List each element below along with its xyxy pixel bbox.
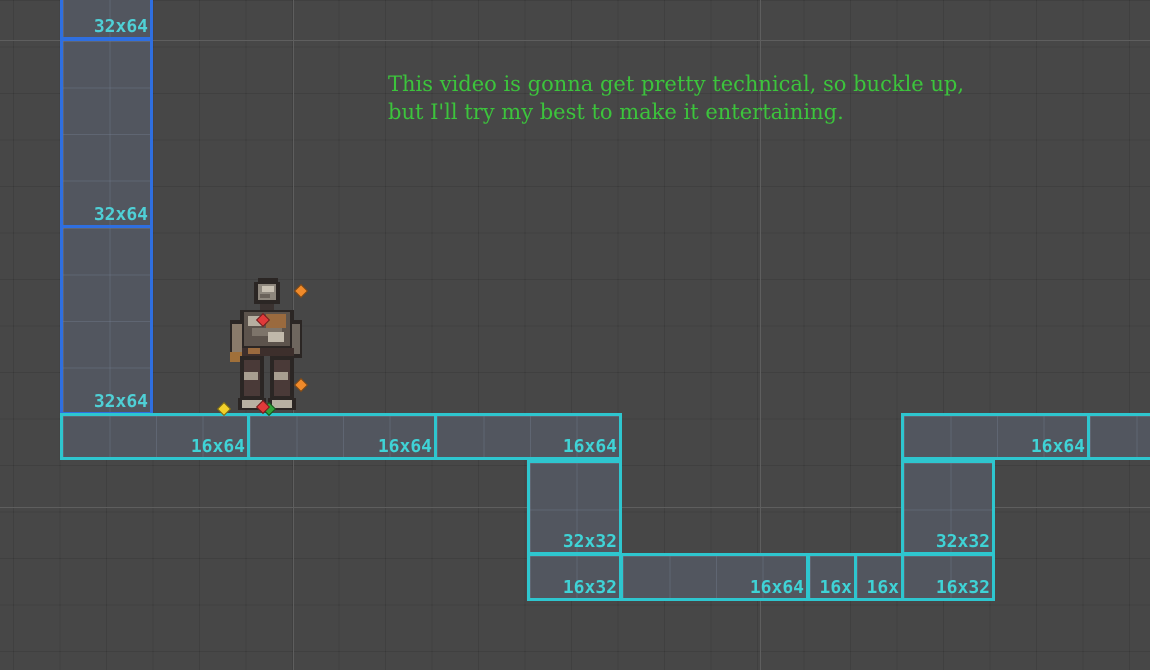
ground-tile[interactable] bbox=[1087, 413, 1150, 460]
wall-tile[interactable]: 32x64 bbox=[60, 38, 153, 228]
tile-size-label: 32x64 bbox=[93, 16, 148, 37]
tile-size-label: 32x64 bbox=[93, 391, 148, 412]
pit-tile[interactable]: 16x32 bbox=[901, 553, 995, 601]
tile-size-label: 32x32 bbox=[935, 531, 990, 552]
tile-size-label: 16x32 bbox=[935, 577, 990, 598]
video-caption: This video is gonna get pretty technical… bbox=[388, 70, 988, 126]
pit-floor-tile[interactable]: 16x bbox=[854, 553, 904, 601]
pit-floor-tile[interactable]: 16x64 bbox=[620, 553, 809, 601]
wall-tile[interactable]: 32x64 bbox=[60, 0, 153, 40]
caption-line-1: This video is gonna get pretty technical… bbox=[388, 72, 965, 96]
ground-tile[interactable]: 16x64 bbox=[247, 413, 437, 460]
tile-size-label: 16x bbox=[866, 577, 899, 598]
pit-floor-tile[interactable]: 16x bbox=[807, 553, 857, 601]
wall-tile[interactable]: 32x64 bbox=[60, 225, 153, 415]
pit-tile[interactable]: 32x32 bbox=[527, 460, 622, 555]
armored-knight-sprite bbox=[230, 278, 302, 410]
pit-tile[interactable]: 32x32 bbox=[901, 460, 995, 555]
tile-size-label: 16x64 bbox=[749, 577, 804, 598]
tile-size-label: 16x64 bbox=[1030, 436, 1085, 457]
tile-size-label: 16x bbox=[819, 577, 852, 598]
tile-size-label: 16x32 bbox=[562, 577, 617, 598]
caption-line-2: but I'll try my best to make it entertai… bbox=[388, 100, 844, 124]
tile-size-label: 32x32 bbox=[562, 531, 617, 552]
grid-major-line bbox=[0, 40, 1150, 41]
tile-size-label: 16x64 bbox=[377, 436, 432, 457]
ground-tile[interactable]: 16x64 bbox=[901, 413, 1090, 460]
tile-size-label: 16x64 bbox=[190, 436, 245, 457]
tile-size-label: 32x64 bbox=[93, 204, 148, 225]
ground-tile[interactable]: 16x64 bbox=[434, 413, 622, 460]
player-character[interactable] bbox=[222, 276, 312, 416]
tile-size-label: 16x64 bbox=[562, 436, 617, 457]
ground-tile[interactable]: 16x64 bbox=[60, 413, 250, 460]
pit-tile[interactable]: 16x32 bbox=[527, 553, 622, 601]
